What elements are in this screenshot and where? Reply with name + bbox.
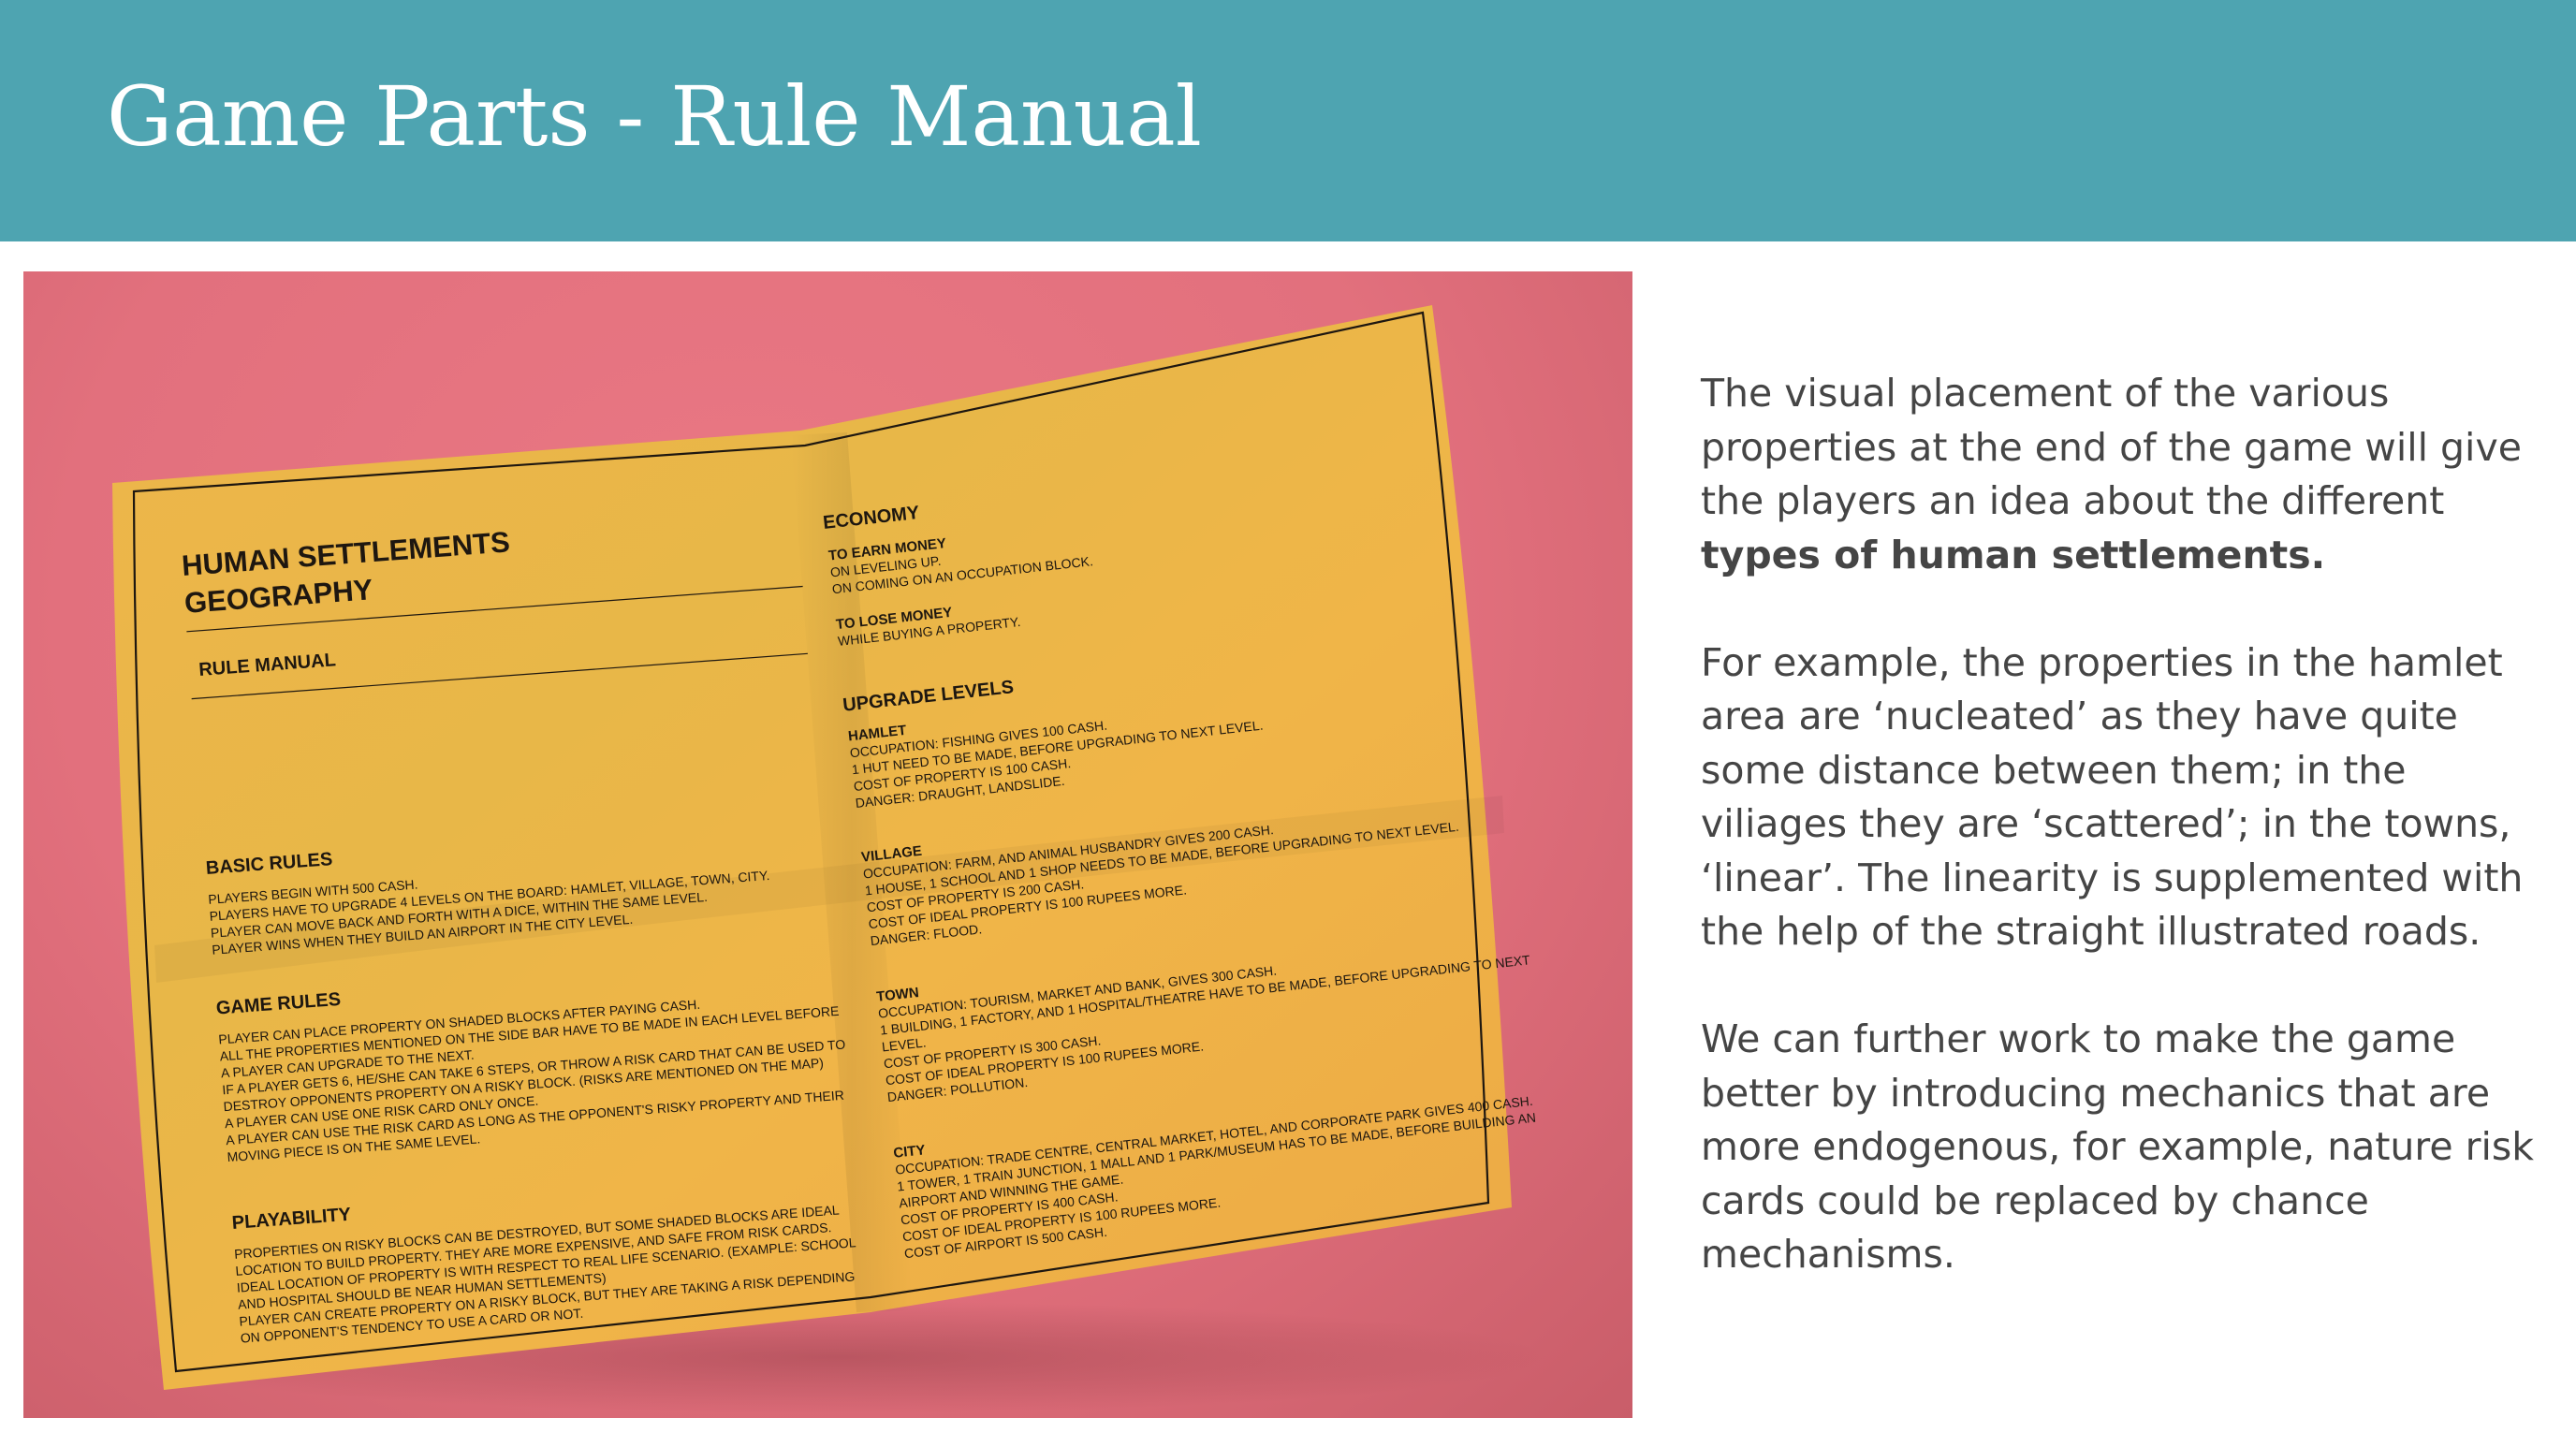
description-text: The visual placement of the various prop… <box>1701 367 2543 1336</box>
header-bar: Game Parts - Rule Manual <box>0 0 2576 241</box>
paragraph-1-text: The visual placement of the various prop… <box>1701 371 2522 523</box>
paragraph-2: For example, the properties in the hamle… <box>1701 639 2524 955</box>
paragraph-1-emphasis: types of human settlements. <box>1701 532 2326 577</box>
rule-manual-image: HUMAN SETTLEMENTS GEOGRAPHY RULE MANUAL … <box>112 305 1549 1413</box>
paragraph-1: The visual placement of the various prop… <box>1701 367 2543 582</box>
rule-manual-photo: HUMAN SETTLEMENTS GEOGRAPHY RULE MANUAL … <box>23 271 1632 1418</box>
slide-title: Game Parts - Rule Manual <box>107 68 1202 165</box>
paragraph-3: We can further work to make the game bet… <box>1701 1016 2534 1277</box>
